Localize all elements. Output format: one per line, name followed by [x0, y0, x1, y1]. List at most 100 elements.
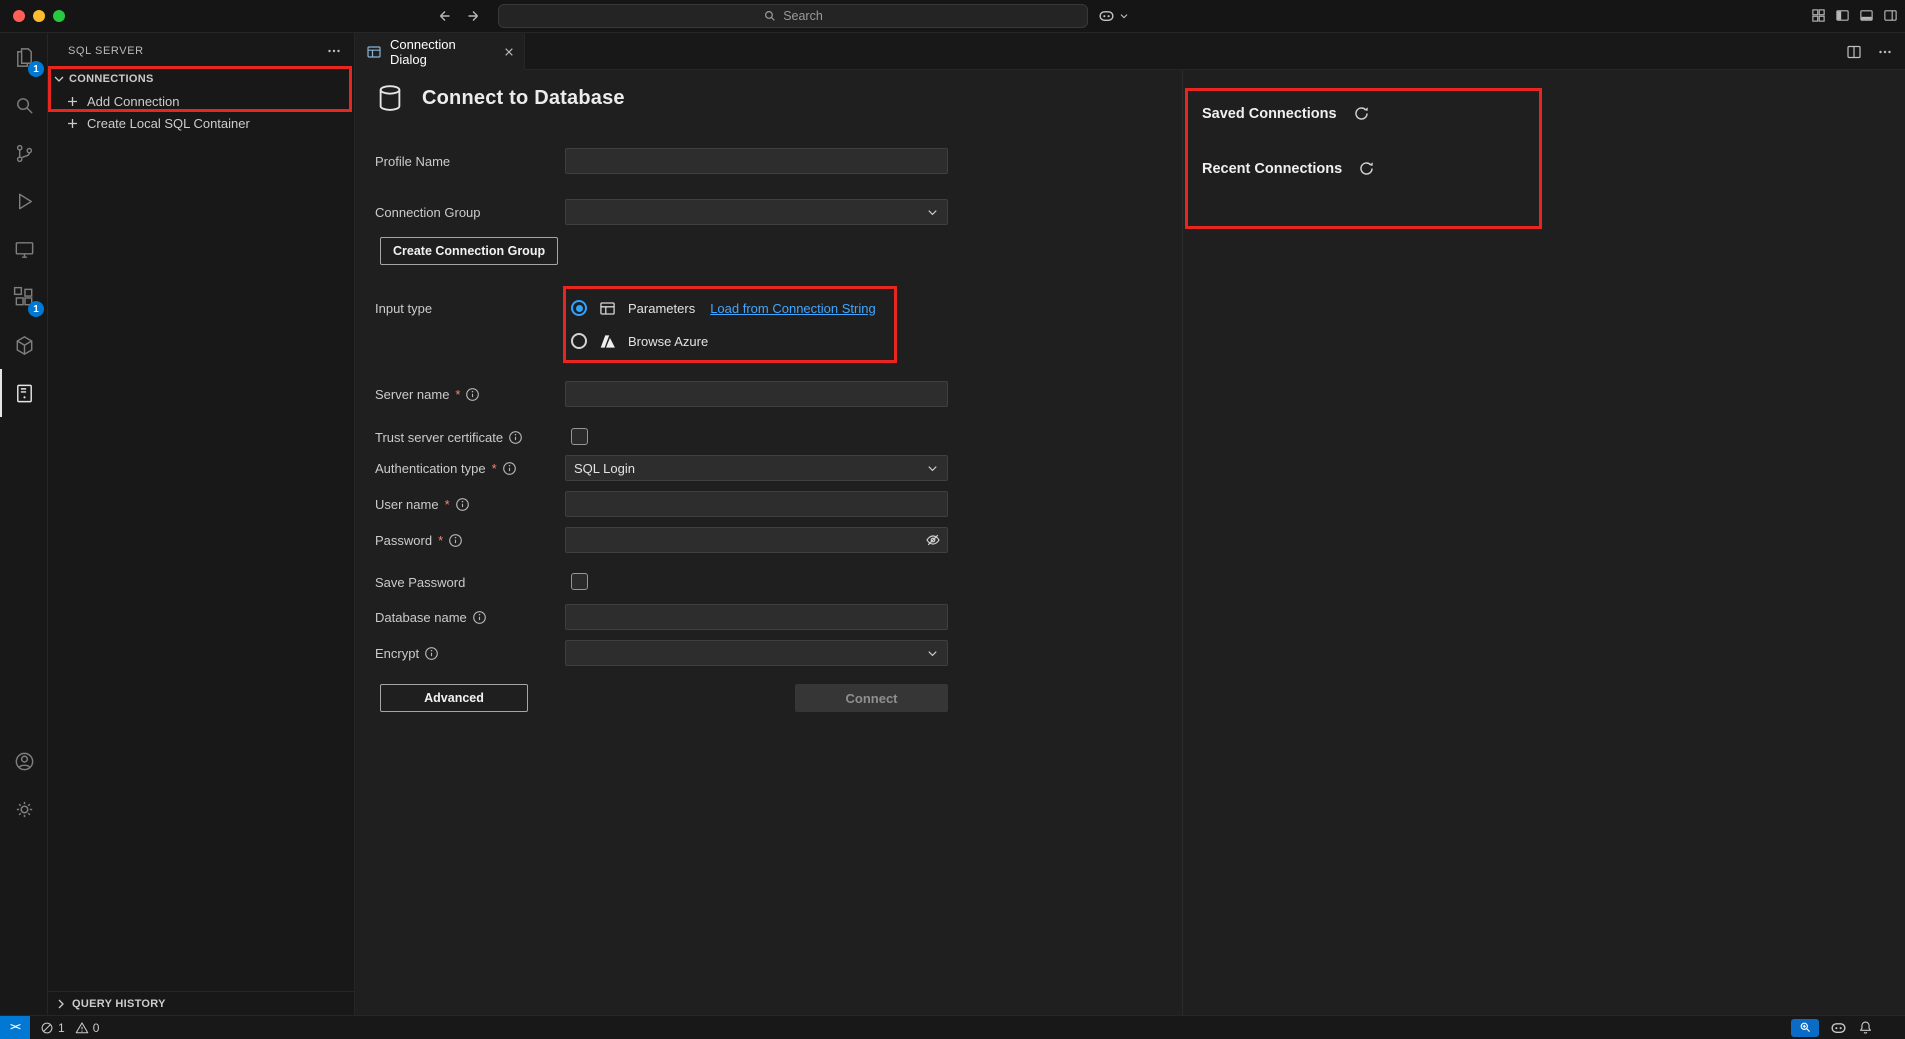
explorer-icon[interactable]: 1 — [0, 33, 48, 81]
advanced-button[interactable]: Advanced — [380, 684, 528, 712]
plus-icon — [65, 94, 80, 109]
toggle-secondary-sidebar-icon[interactable] — [1883, 8, 1898, 23]
chevron-down-icon — [925, 461, 940, 476]
dialog-header: Connect to Database — [375, 83, 625, 113]
trust-server-certificate-row: Trust server certificate — [375, 424, 1162, 450]
activity-bar: 1 1 — [0, 33, 48, 1015]
more-actions-icon[interactable] — [1877, 44, 1893, 60]
saved-connections-header: Saved Connections — [1202, 105, 1370, 122]
run-debug-icon[interactable] — [0, 177, 48, 225]
editor-actions — [1846, 33, 1893, 70]
info-icon[interactable] — [424, 646, 439, 661]
toggle-panel-icon[interactable] — [1859, 8, 1874, 23]
info-icon[interactable] — [472, 610, 487, 625]
command-center-search[interactable]: Search — [498, 4, 1088, 28]
close-tab-icon[interactable] — [502, 45, 516, 59]
profile-name-row: Profile Name — [375, 148, 1162, 174]
problems-status[interactable]: 1 0 — [40, 1021, 105, 1035]
create-local-sql-container-item[interactable]: Create Local SQL Container — [48, 112, 354, 134]
user-name-input[interactable] — [565, 491, 948, 517]
chevron-down-icon — [51, 71, 67, 87]
connections-section-header[interactable]: CONNECTIONS — [48, 68, 354, 90]
save-password-checkbox[interactable] — [571, 573, 588, 590]
server-name-input[interactable] — [565, 381, 948, 407]
database-name-input[interactable] — [565, 604, 948, 630]
sidebar-more-actions-icon[interactable] — [326, 43, 342, 59]
refresh-recent-connections-icon[interactable] — [1358, 160, 1375, 177]
back-arrow-icon[interactable] — [437, 8, 453, 24]
trust-server-certificate-checkbox[interactable] — [571, 428, 588, 445]
server-name-row: Server name * — [375, 381, 1162, 407]
maximize-window-button[interactable] — [53, 10, 65, 22]
accounts-icon[interactable] — [0, 737, 48, 785]
sidebar-title-row: SQL SERVER — [48, 33, 354, 68]
eye-off-icon[interactable] — [925, 532, 941, 548]
source-control-icon[interactable] — [0, 129, 48, 177]
connection-group-label: Connection Group — [375, 205, 481, 220]
close-window-button[interactable] — [13, 10, 25, 22]
copilot-status-icon[interactable] — [1830, 1019, 1847, 1036]
load-connection-string-link[interactable]: Load from Connection String — [710, 301, 875, 316]
authentication-type-dropdown[interactable]: SQL Login — [565, 455, 948, 481]
saved-connections-title: Saved Connections — [1202, 106, 1337, 122]
chevron-right-icon — [53, 996, 69, 1012]
database-icon — [375, 83, 405, 113]
explorer-badge: 1 — [28, 61, 44, 77]
authentication-type-value: SQL Login — [574, 461, 635, 476]
connect-button[interactable]: Connect — [795, 684, 948, 712]
password-label: Password — [375, 533, 432, 548]
connection-group-dropdown[interactable] — [565, 199, 948, 225]
password-input[interactable] — [565, 527, 948, 553]
notifications-bell-icon[interactable] — [1858, 1020, 1873, 1035]
parameters-icon — [599, 300, 616, 317]
minimize-window-button[interactable] — [33, 10, 45, 22]
tab-label: Connection Dialog — [390, 37, 494, 67]
copilot-menu[interactable] — [1098, 7, 1130, 24]
forward-arrow-icon[interactable] — [465, 8, 481, 24]
parameters-radio[interactable] — [571, 300, 587, 316]
browse-azure-option-row: Browse Azure — [565, 328, 985, 354]
encrypt-label: Encrypt — [375, 646, 419, 661]
connection-group-row: Connection Group — [375, 199, 1162, 225]
database-name-label: Database name — [375, 610, 467, 625]
create-connection-group-button[interactable]: Create Connection Group — [380, 237, 558, 265]
query-history-label: QUERY HISTORY — [72, 998, 166, 1010]
editor-tab-bar: Connection Dialog — [355, 33, 1905, 70]
extensions-icon[interactable]: 1 — [0, 273, 48, 321]
remote-indicator[interactable]: >< — [0, 1016, 30, 1039]
chevron-down-icon — [925, 205, 940, 220]
containers-icon[interactable] — [0, 321, 48, 369]
required-marker: * — [492, 461, 497, 476]
password-row: Password * — [375, 527, 1162, 553]
info-icon[interactable] — [508, 430, 523, 445]
customize-layout-icon[interactable] — [1811, 8, 1826, 23]
add-connection-item[interactable]: Add Connection — [48, 90, 354, 112]
info-icon[interactable] — [502, 461, 517, 476]
required-marker: * — [445, 497, 450, 512]
settings-gear-icon[interactable] — [0, 785, 48, 833]
titlebar: Search — [0, 0, 1905, 33]
sql-server-view-icon[interactable] — [0, 369, 48, 417]
query-history-section-header[interactable]: QUERY HISTORY — [48, 991, 354, 1015]
remote-explorer-icon[interactable] — [0, 225, 48, 273]
refresh-saved-connections-icon[interactable] — [1353, 105, 1370, 122]
dialog-title: Connect to Database — [422, 87, 625, 110]
profile-name-input[interactable] — [565, 148, 948, 174]
tab-connection-dialog[interactable]: Connection Dialog — [355, 33, 525, 70]
split-editor-icon[interactable] — [1846, 44, 1862, 60]
azure-icon — [599, 333, 616, 350]
info-icon[interactable] — [448, 533, 463, 548]
copilot-icon — [1098, 7, 1115, 24]
required-marker: * — [455, 387, 460, 402]
error-count: 1 — [58, 1021, 65, 1035]
window-controls — [13, 10, 65, 22]
chevron-down-icon — [1118, 10, 1130, 22]
search-view-icon[interactable] — [0, 81, 48, 129]
connection-dialog-tab-icon — [366, 44, 382, 60]
encrypt-dropdown[interactable] — [565, 640, 948, 666]
zoom-status-icon[interactable] — [1791, 1019, 1819, 1037]
browse-azure-radio[interactable] — [571, 333, 587, 349]
toggle-sidebar-icon[interactable] — [1835, 8, 1850, 23]
info-icon[interactable] — [465, 387, 480, 402]
info-icon[interactable] — [455, 497, 470, 512]
